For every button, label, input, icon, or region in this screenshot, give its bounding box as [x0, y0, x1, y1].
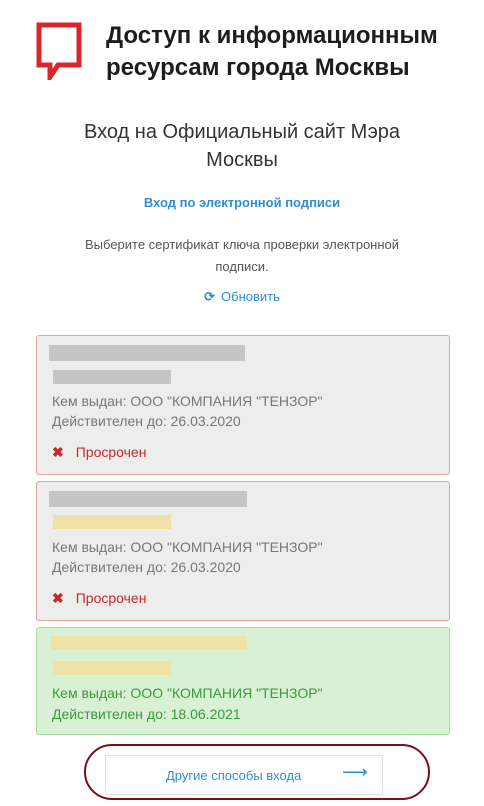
certificate-issuer: Кем выдан: ООО "КОМПАНИЯ "ТЕНЗОР"	[52, 393, 323, 409]
speech-bubble-logo-icon	[36, 22, 82, 80]
redacted-owner-name	[51, 636, 247, 650]
certificate-issuer: Кем выдан: ООО "КОМПАНИЯ "ТЕНЗОР"	[52, 539, 323, 555]
refresh-label: Обновить	[221, 289, 280, 304]
brand-title-line-2: ресурсам города Москвы	[106, 54, 410, 81]
certificate-card-expired[interactable]: Кем выдан: ООО "КОМПАНИЯ "ТЕНЗОР" Действ…	[36, 481, 450, 621]
redacted-email	[53, 515, 171, 529]
certificate-hint: Выберите сертификат ключа проверки элект…	[40, 234, 444, 278]
page-title-line-2: Москвы	[206, 149, 278, 171]
page-title: Вход на Официальный сайт Мэра Москвы	[40, 118, 444, 174]
certificate-valid-until: Действителен до: 26.03.2020	[52, 559, 241, 575]
certificate-valid-until: Действителен до: 18.06.2021	[52, 706, 241, 722]
certificate-status: ✖ Просрочен	[52, 590, 146, 607]
certificate-hint-line-2: подписи.	[215, 259, 269, 274]
arrow-right-icon: ⟶	[342, 762, 368, 782]
certificate-valid-until: Действителен до: 26.03.2020	[52, 413, 241, 429]
header: Доступ к информационным ресурсам города …	[0, 0, 484, 100]
redacted-owner-name	[49, 345, 245, 361]
certificate-card-valid[interactable]: Кем выдан: ООО "КОМПАНИЯ "ТЕНЗОР" Действ…	[36, 627, 450, 735]
redacted-email	[53, 370, 171, 384]
brand-title-line-1: Доступ к информационным	[106, 22, 438, 49]
electronic-signature-login-link[interactable]: Вход по электронной подписи	[0, 195, 484, 210]
close-icon: ✖	[52, 444, 64, 460]
certificate-status-label: Просрочен	[75, 590, 147, 606]
other-login-methods-label: Другие способы входа	[166, 768, 302, 783]
certificate-issuer: Кем выдан: ООО "КОМПАНИЯ "ТЕНЗОР"	[52, 685, 323, 701]
refresh-button[interactable]: ⟳ Обновить	[0, 289, 484, 305]
redacted-owner-name	[49, 491, 247, 507]
page-title-line-1: Вход на Официальный сайт Мэра	[83, 121, 401, 143]
other-login-methods-button[interactable]: Другие способы входа ⟶	[105, 755, 383, 795]
certificate-status: ✖ Просрочен	[52, 444, 146, 461]
redacted-email	[53, 661, 171, 675]
refresh-icon: ⟳	[204, 289, 216, 304]
certificate-status-label: Просрочен	[75, 444, 147, 460]
brand-title: Доступ к информационным ресурсам города …	[106, 20, 476, 84]
certificate-card-expired[interactable]: Кем выдан: ООО "КОМПАНИЯ "ТЕНЗОР" Действ…	[36, 335, 450, 475]
close-icon: ✖	[52, 590, 64, 606]
certificate-hint-line-1: Выберите сертификат ключа проверки элект…	[84, 237, 400, 252]
